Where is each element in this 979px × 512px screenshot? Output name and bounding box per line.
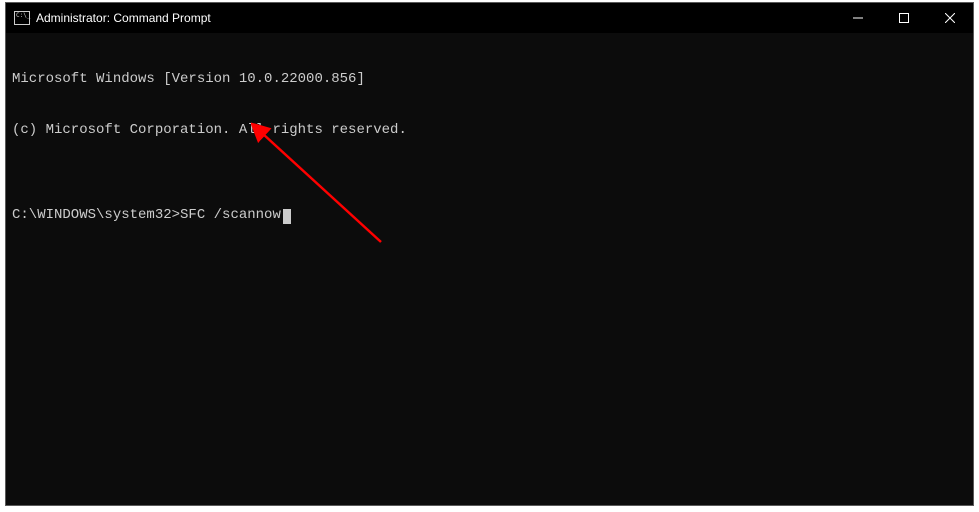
typed-command: SFC /scannow xyxy=(180,207,281,224)
window-title: Administrator: Command Prompt xyxy=(36,11,211,25)
prompt-line: C:\WINDOWS\system32>SFC /scannow xyxy=(12,207,967,224)
minimize-button[interactable] xyxy=(835,3,881,33)
titlebar[interactable]: Administrator: Command Prompt xyxy=(6,3,973,33)
output-line: (c) Microsoft Corporation. All rights re… xyxy=(12,122,967,139)
close-button[interactable] xyxy=(927,3,973,33)
window-controls xyxy=(835,3,973,33)
command-prompt-window: Administrator: Command Prompt Microsoft … xyxy=(5,2,974,506)
terminal-body[interactable]: Microsoft Windows [Version 10.0.22000.85… xyxy=(6,33,973,505)
cmd-icon xyxy=(14,11,30,25)
prompt-path: C:\WINDOWS\system32> xyxy=(12,207,180,224)
cursor xyxy=(283,209,291,224)
arrow-annotation-icon xyxy=(251,122,401,252)
maximize-button[interactable] xyxy=(881,3,927,33)
output-line: Microsoft Windows [Version 10.0.22000.85… xyxy=(12,71,967,88)
